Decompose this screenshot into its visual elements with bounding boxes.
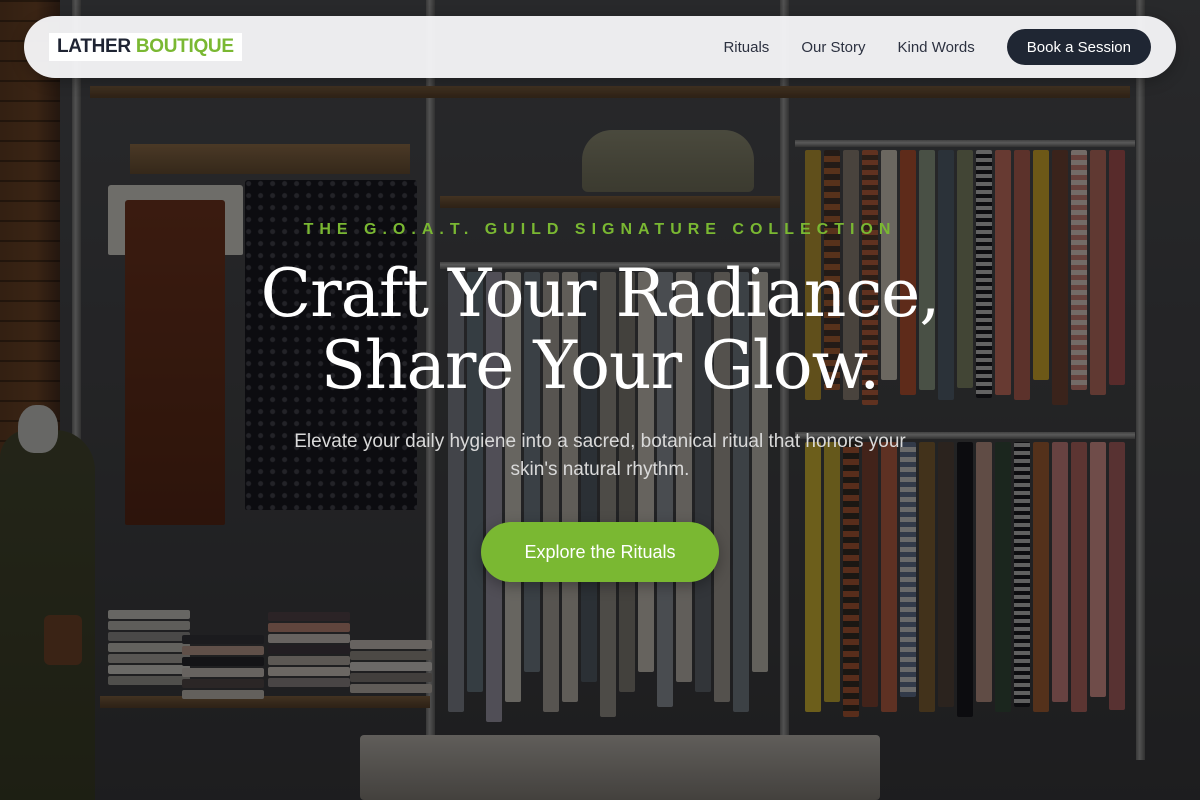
book-session-button[interactable]: Book a Session <box>1006 29 1151 65</box>
hero-headline-line2: Share Your Glow. <box>320 327 880 404</box>
nav-link-our-story[interactable]: Our Story <box>801 39 865 56</box>
navbar: LATHER BOUTIQUE Rituals Our Story Kind W… <box>24 16 1176 78</box>
hero-headline-line1: Craft Your Radiance, <box>260 255 941 332</box>
hero-eyebrow: THE G.O.A.T. GUILD SIGNATURE COLLECTION <box>303 221 897 238</box>
hero-headline: Craft Your Radiance, Share Your Glow. <box>100 258 1100 402</box>
nav-link-kind-words[interactable]: Kind Words <box>898 39 975 56</box>
nav-links: Rituals Our Story Kind Words Book a Sess… <box>723 29 1151 65</box>
nav-link-rituals[interactable]: Rituals <box>723 39 769 56</box>
brand-name-part1: LATHER <box>57 36 131 57</box>
brand-logo[interactable]: LATHER BOUTIQUE <box>49 33 242 61</box>
hero-subtext: Elevate your daily hygiene into a sacred… <box>294 431 906 480</box>
explore-rituals-button[interactable]: Explore the Rituals <box>481 522 719 582</box>
brand-name-part2: BOUTIQUE <box>135 36 234 57</box>
